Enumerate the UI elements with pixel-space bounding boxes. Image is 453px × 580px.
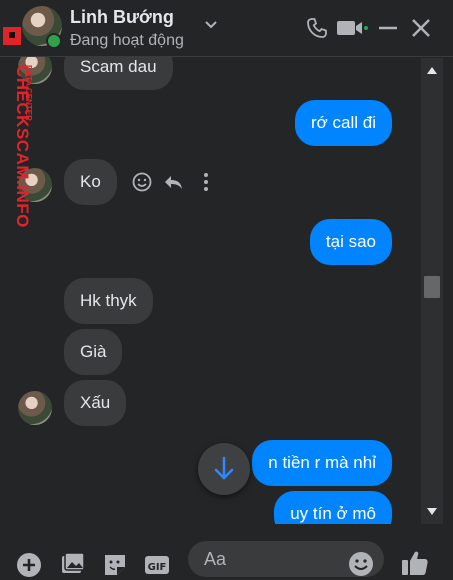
emoji-react-icon[interactable] <box>131 171 153 193</box>
contact-status: Đang hoạt động <box>70 32 184 49</box>
scrollbar-thumb[interactable] <box>424 276 440 298</box>
reply-icon[interactable] <box>162 171 184 193</box>
message-bubble[interactable]: uy tín ở mô <box>274 491 392 524</box>
svg-text:GIF: GIF <box>148 562 167 573</box>
phone-icon[interactable] <box>305 16 329 40</box>
message-bubble[interactable]: tại sao <box>309 219 392 265</box>
chat-window: Linh Bướng Đang hoạt động CHECKSCAM.INFO… <box>0 0 453 580</box>
online-status-dot <box>46 33 62 49</box>
watermark-logo-icon <box>3 27 21 45</box>
watermark-tagline: DATA CENTER <box>24 65 33 121</box>
plus-icon[interactable] <box>16 552 42 578</box>
contact-avatar-small <box>18 391 52 425</box>
chevron-down-icon[interactable] <box>204 18 218 32</box>
minimize-icon[interactable] <box>376 16 400 40</box>
close-icon[interactable] <box>409 16 433 40</box>
message-bubble[interactable]: n tiền r mà nhỉ <box>252 440 392 486</box>
arrow-down-icon <box>214 456 234 480</box>
sticker-icon[interactable] <box>102 552 128 578</box>
gif-icon[interactable]: GIF <box>144 552 170 578</box>
jump-to-latest-button[interactable] <box>198 443 250 495</box>
message-bubble[interactable]: rớ call đi <box>295 100 392 146</box>
checkscam-watermark: CHECKSCAM.INFO DATA CENTER <box>0 5 33 245</box>
message-bubble[interactable]: Xấu <box>64 380 127 426</box>
image-icon[interactable] <box>60 552 86 578</box>
video-camera-icon[interactable] <box>336 16 368 40</box>
chat-header: Linh Bướng Đang hoạt động <box>0 0 453 57</box>
scroll-up-arrow-icon[interactable] <box>427 66 437 74</box>
more-options-icon[interactable] <box>195 171 217 193</box>
message-composer: GIF <box>0 524 453 580</box>
like-icon[interactable] <box>400 548 430 578</box>
scrollbar[interactable] <box>421 58 443 524</box>
emoji-icon[interactable] <box>348 551 374 577</box>
message-bubble[interactable]: Ko <box>64 159 117 205</box>
contact-name[interactable]: Linh Bướng <box>70 7 174 28</box>
message-bubble[interactable]: Hk thyk <box>64 278 153 324</box>
scroll-down-arrow-icon[interactable] <box>427 508 437 516</box>
message-bubble[interactable]: Già <box>64 329 123 375</box>
message-bubble[interactable]: Scam dau <box>64 56 173 90</box>
